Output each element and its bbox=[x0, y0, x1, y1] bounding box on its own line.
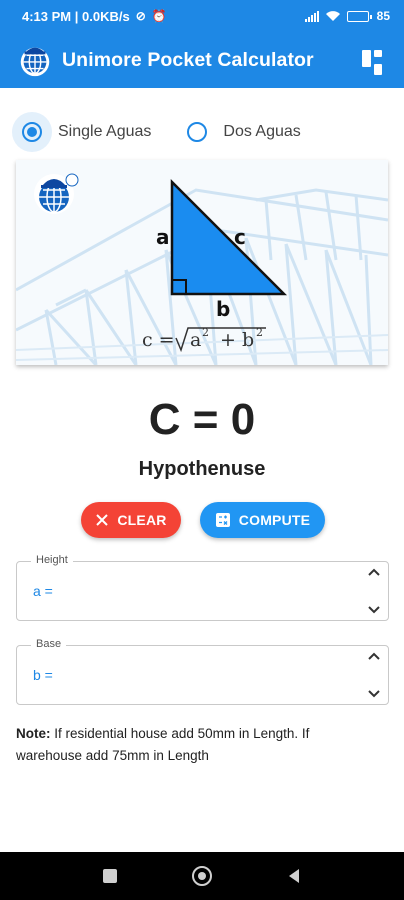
radio-halo bbox=[177, 112, 217, 152]
diagram-logo-icon bbox=[34, 173, 79, 214]
company-logo-icon bbox=[20, 47, 50, 77]
data-saver-icon: ⊘ bbox=[135, 9, 146, 23]
formula-a-exp: 2 bbox=[202, 326, 209, 339]
base-field-label: Base bbox=[31, 638, 67, 650]
chevron-down-icon[interactable] bbox=[367, 605, 381, 615]
app-bar: Unimore Pocket Calculator bbox=[0, 32, 404, 88]
height-field-prefix: a = bbox=[33, 583, 53, 599]
radio-single-aguas[interactable]: Single Aguas bbox=[12, 112, 151, 152]
compute-button-label: COMPUTE bbox=[238, 512, 311, 528]
note-text: Note: If residential house add 50mm in L… bbox=[16, 723, 376, 767]
pythagoras-diagram: a c b c = a 2 + b 2 bbox=[16, 160, 388, 365]
signal-icon bbox=[304, 10, 319, 22]
back-icon[interactable] bbox=[287, 868, 301, 884]
formula-b: b bbox=[242, 329, 254, 351]
formula-lhs: c = bbox=[142, 329, 175, 351]
alarm-icon: ⏰ bbox=[151, 9, 167, 23]
radio-dos-aguas[interactable]: Dos Aguas bbox=[177, 112, 301, 152]
home-icon[interactable] bbox=[192, 866, 212, 886]
formula-a: a bbox=[190, 329, 201, 351]
radio-dos-aguas-label: Dos Aguas bbox=[223, 123, 301, 140]
note-body: If residential house add 50mm in Length.… bbox=[16, 726, 310, 763]
clear-button[interactable]: CLEAR bbox=[81, 502, 181, 538]
status-bar: 4:13 PM | 0.0KB/s ⊘ ⏰ 85 bbox=[0, 0, 404, 32]
compute-button[interactable]: COMPUTE bbox=[200, 502, 325, 538]
height-field-label: Height bbox=[31, 554, 73, 566]
chevron-up-icon[interactable] bbox=[367, 567, 381, 577]
radio-checked-icon[interactable] bbox=[22, 122, 42, 142]
clear-button-label: CLEAR bbox=[117, 512, 167, 528]
radio-halo bbox=[12, 112, 52, 152]
system-nav-bar bbox=[0, 852, 404, 900]
result-label: Hypothenuse bbox=[138, 458, 266, 480]
height-stepper[interactable] bbox=[364, 567, 384, 615]
wifi-icon bbox=[325, 11, 340, 21]
formula-plus: + bbox=[220, 329, 236, 351]
calculator-icon bbox=[215, 513, 230, 527]
side-a-label: a bbox=[156, 225, 170, 249]
base-field-prefix: b = bbox=[33, 667, 53, 683]
note-label: Note: bbox=[16, 726, 51, 741]
side-b-label: b bbox=[216, 297, 230, 321]
battery-icon bbox=[346, 10, 372, 22]
app-title: Unimore Pocket Calculator bbox=[62, 48, 314, 71]
result-value: C = 0 bbox=[148, 395, 256, 444]
recents-icon[interactable] bbox=[103, 869, 117, 883]
radio-unchecked-icon[interactable] bbox=[187, 122, 208, 142]
status-time-speed: 4:13 PM | 0.0KB/s bbox=[22, 8, 130, 24]
formula: c = a 2 + b 2 bbox=[142, 326, 266, 353]
radio-single-aguas-label: Single Aguas bbox=[58, 123, 152, 140]
chevron-down-icon[interactable] bbox=[367, 689, 381, 699]
base-field[interactable]: Base b = bbox=[16, 638, 389, 705]
side-c-label: c bbox=[234, 225, 246, 249]
chevron-up-icon[interactable] bbox=[367, 651, 381, 661]
height-field[interactable]: Height a = bbox=[16, 554, 389, 621]
dashboard-grid-icon[interactable] bbox=[362, 50, 382, 75]
battery-percent: 85 bbox=[376, 9, 390, 23]
close-icon bbox=[96, 514, 109, 526]
truss-background: a c b c = a 2 + b 2 bbox=[16, 173, 388, 365]
formula-b-exp: 2 bbox=[256, 326, 263, 339]
base-stepper[interactable] bbox=[364, 651, 384, 699]
